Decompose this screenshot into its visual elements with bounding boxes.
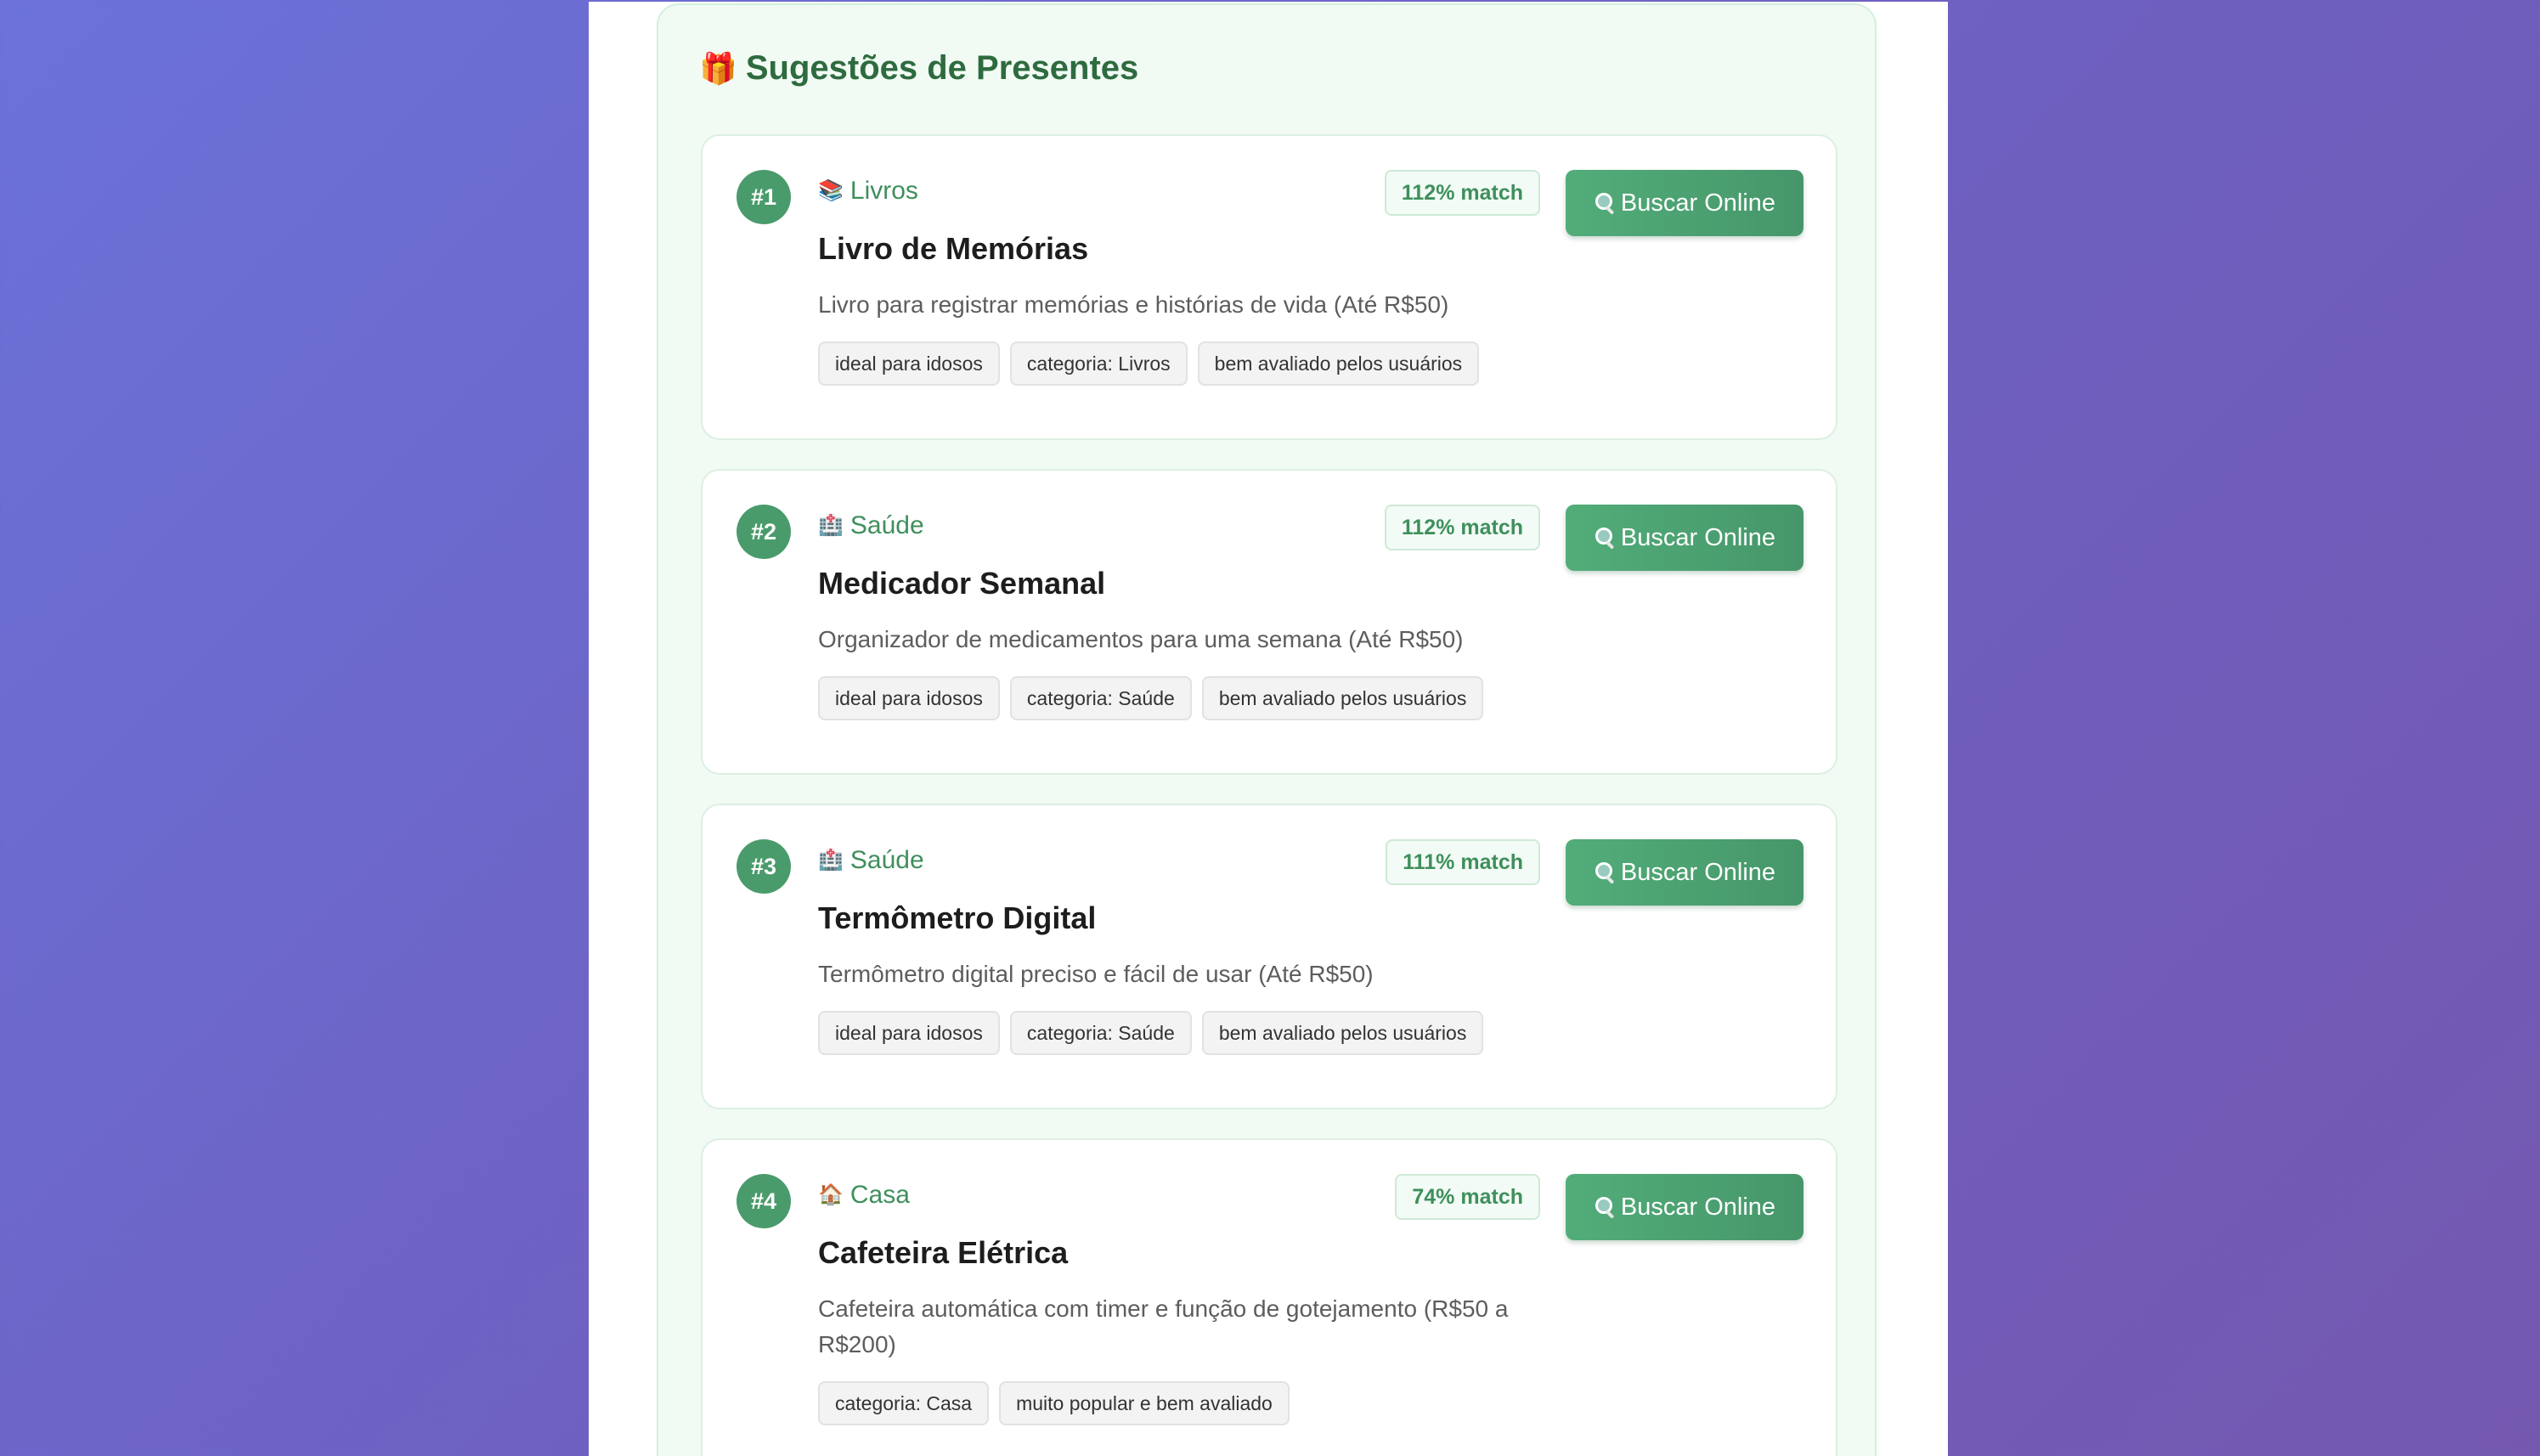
tag: categoria: Saúde <box>1009 676 1192 720</box>
tag: ideal para idosos <box>818 341 1000 386</box>
gift-card: #2 🏥 Saúde 112% match Buscar Online Medi… <box>701 469 1837 775</box>
gift-suggestions-section: 🎁 Sugestões de Presentes #1 📚 Livros 112… <box>657 3 1877 1456</box>
tag: ideal para idosos <box>818 676 1000 720</box>
page-panel: 🎁 Sugestões de Presentes #1 📚 Livros 112… <box>589 2 1948 1456</box>
tag: categoria: Livros <box>1009 341 1188 386</box>
search-online-label: Buscar Online <box>1620 858 1776 886</box>
tag: categoria: Saúde <box>1009 1011 1192 1055</box>
tag-list: ideal para idosos categoria: Saúde bem a… <box>818 676 1484 720</box>
search-online-button[interactable]: Buscar Online <box>1566 505 1803 571</box>
tag: muito popular e bem avaliado <box>999 1381 1290 1425</box>
rank-badge: #1 <box>737 170 791 224</box>
gift-title: Cafeteira Elétrica <box>818 1235 1069 1270</box>
match-badge: 112% match <box>1384 170 1540 216</box>
gift-description: Livro para registrar memórias e história… <box>818 291 1449 318</box>
category-label: 🏥 Saúde <box>818 511 924 540</box>
search-online-button[interactable]: Buscar Online <box>1566 839 1803 906</box>
search-online-label: Buscar Online <box>1620 1193 1776 1221</box>
category-label: 🏠 Casa <box>818 1181 910 1210</box>
section-title: 🎁 Sugestões de Presentes <box>699 49 1138 87</box>
tag: bem avaliado pelos usuários <box>1201 676 1484 720</box>
search-online-button[interactable]: Buscar Online <box>1566 170 1803 236</box>
search-icon <box>1594 527 1616 549</box>
gift-title: Livro de Memórias <box>818 231 1089 266</box>
search-icon <box>1594 861 1616 883</box>
category-text: Livros <box>849 177 918 205</box>
tag-list: categoria: Casa muito popular e bem aval… <box>818 1381 1290 1425</box>
gift-description: Organizador de medicamentos para uma sem… <box>818 626 1464 652</box>
tag: bem avaliado pelos usuários <box>1201 1011 1484 1055</box>
gift-card: #1 📚 Livros 112% match Buscar Online Liv… <box>701 134 1837 440</box>
tag: bem avaliado pelos usuários <box>1197 341 1480 386</box>
match-badge: 111% match <box>1386 839 1540 885</box>
rank-badge: #2 <box>737 505 791 559</box>
search-online-button[interactable]: Buscar Online <box>1566 1174 1803 1240</box>
books-icon: 📚 <box>818 179 844 202</box>
category-text: Saúde <box>849 511 924 539</box>
rank-badge: #3 <box>737 839 791 894</box>
match-badge: 74% match <box>1395 1174 1540 1220</box>
tag: categoria: Casa <box>818 1381 990 1425</box>
search-icon <box>1594 1196 1616 1218</box>
tag: ideal para idosos <box>818 1011 1000 1055</box>
section-title-text: Sugestões de Presentes <box>745 49 1139 87</box>
rank-badge: #4 <box>737 1174 791 1228</box>
search-online-label: Buscar Online <box>1620 523 1776 551</box>
category-label: 📚 Livros <box>818 177 918 206</box>
category-text: Casa <box>849 1181 910 1209</box>
gift-icon: 🎁 <box>699 50 737 86</box>
search-icon <box>1594 192 1616 214</box>
house-icon: 🏠 <box>818 1183 844 1206</box>
tag-list: ideal para idosos categoria: Livros bem … <box>818 341 1480 386</box>
hospital-icon: 🏥 <box>818 849 844 872</box>
gift-title: Medicador Semanal <box>818 566 1106 601</box>
gift-card: #3 🏥 Saúde 111% match Buscar Online Term… <box>701 804 1837 1109</box>
match-badge: 112% match <box>1384 505 1540 550</box>
gift-description: Cafeteira automática com timer e função … <box>818 1295 1509 1357</box>
hospital-icon: 🏥 <box>818 514 844 537</box>
search-online-label: Buscar Online <box>1620 189 1776 217</box>
gift-card: #4 🏠 Casa 74% match Buscar Online Cafete… <box>701 1138 1837 1456</box>
tag-list: ideal para idosos categoria: Saúde bem a… <box>818 1011 1484 1055</box>
category-label: 🏥 Saúde <box>818 846 924 875</box>
category-text: Saúde <box>849 846 924 874</box>
gift-description: Termômetro digital preciso e fácil de us… <box>818 961 1374 987</box>
gift-title: Termômetro Digital <box>818 900 1097 935</box>
